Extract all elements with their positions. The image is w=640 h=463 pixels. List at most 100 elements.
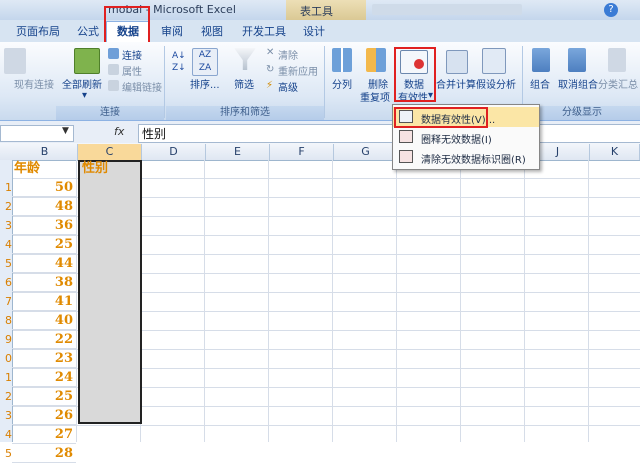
sort-dialog-icon: AZ ZA [192, 48, 218, 76]
context-tab-label: 表工具 [300, 5, 333, 18]
tab-design[interactable]: 设计 [298, 23, 330, 41]
group-separator [164, 46, 165, 118]
row-header[interactable]: 0 [0, 349, 12, 368]
column-header-b[interactable]: B [12, 144, 78, 160]
name-box-dropdown-icon[interactable]: ▼ [62, 126, 69, 136]
row-header[interactable]: 8 [0, 311, 12, 330]
cell-b-age[interactable]: 44 [12, 254, 76, 273]
column-header-c[interactable]: C [78, 144, 142, 160]
edit-links-button[interactable]: 编辑链接 [122, 79, 162, 94]
outline-group-label: 分级显示 [524, 106, 640, 120]
selected-column-c[interactable] [78, 160, 142, 424]
formula-content: 性别 [142, 127, 167, 141]
menu-item-circle-invalid[interactable]: 圈释无效数据(I) [393, 127, 539, 147]
column-header-f[interactable]: F [270, 144, 334, 160]
filter-button[interactable]: 筛选 [234, 76, 254, 91]
row-header[interactable]: 4 [0, 235, 12, 254]
column-header-k[interactable]: K [590, 144, 640, 160]
clear-circles-icon [399, 150, 413, 163]
row-header[interactable]: 2 [0, 387, 12, 406]
reapply-button[interactable]: 重新应用 [278, 63, 318, 78]
cell-b-age[interactable]: 22 [12, 330, 76, 349]
tab-view[interactable]: 视图 [196, 23, 228, 41]
cell-b-age[interactable]: 25 [12, 387, 76, 406]
row-header[interactable]: 9 [0, 330, 12, 349]
row-header[interactable]: 3 [0, 216, 12, 235]
advanced-filter-icon: ⚡ [266, 80, 274, 91]
cell-b-age[interactable]: 26 [12, 406, 76, 425]
formula-input[interactable] [138, 124, 640, 143]
group-button[interactable]: 组合 [530, 76, 550, 91]
cell-b-header[interactable]: 年龄 [14, 160, 40, 178]
cell-b-age[interactable]: 27 [12, 425, 76, 444]
cell-b-age[interactable]: 36 [12, 216, 76, 235]
circle-invalid-icon [399, 130, 413, 143]
row-header[interactable]: 3 [0, 406, 12, 425]
refresh-all-button[interactable]: 全部刷新 [62, 76, 102, 91]
cell-b-age[interactable]: 40 [12, 311, 76, 330]
sort-button[interactable]: 排序... [190, 76, 220, 91]
text-to-columns-icon [332, 48, 352, 72]
row-header[interactable]: 5 [0, 444, 12, 463]
cell-b-age[interactable]: 48 [12, 197, 76, 216]
cell-b-age[interactable]: 23 [12, 349, 76, 368]
refresh-dropdown-icon[interactable]: ▾ [82, 90, 87, 101]
existing-connections-icon [4, 48, 26, 74]
text-to-columns-button[interactable]: 分列 [332, 76, 352, 91]
tab-page-layout[interactable]: 页面布局 [10, 23, 66, 41]
row-header[interactable]: 2 [0, 197, 12, 216]
tab-review[interactable]: 审阅 [156, 23, 188, 41]
insert-function-button[interactable]: fx [114, 125, 134, 140]
cell-b-age[interactable]: 38 [12, 273, 76, 292]
edit-links-icon [108, 80, 119, 91]
remove-duplicates-icon [366, 48, 386, 72]
sort-az-icon[interactable]: A↓ Z↓ [172, 50, 186, 74]
subtotal-icon [608, 48, 626, 72]
menu-item-clear-circles[interactable]: 清除无效数据标识圈(R) [393, 147, 539, 167]
menu-item-circle-invalid-label: 圈释无效数据(I) [421, 135, 492, 146]
properties-icon [108, 64, 119, 75]
blurred-title-region [372, 4, 522, 15]
help-icon[interactable]: ? [604, 3, 618, 17]
tab-formulas[interactable]: 公式 [72, 23, 104, 41]
column-header-d[interactable]: D [142, 144, 206, 160]
cell-b-age[interactable]: 28 [12, 444, 76, 463]
row-header[interactable]: 6 [0, 273, 12, 292]
row-header[interactable]: 1 [0, 368, 12, 387]
subtotal-button[interactable]: 分类汇总 [598, 76, 638, 91]
consolidate-button[interactable]: 合并计算 [436, 76, 476, 91]
row-header[interactable]: 1 [0, 178, 12, 197]
clear-button[interactable]: 清除 [278, 47, 298, 62]
remove-duplicates-label-2[interactable]: 重复项 [360, 89, 390, 104]
connections-icon [108, 48, 119, 59]
advanced-button[interactable]: 高级 [278, 79, 298, 94]
properties-button[interactable]: 属性 [122, 63, 142, 78]
menu-item-annotation-box [394, 107, 488, 128]
row-header[interactable]: 5 [0, 254, 12, 273]
connections-button[interactable]: 连接 [122, 47, 142, 62]
column-header-e[interactable]: E [206, 144, 270, 160]
what-if-analysis-button[interactable]: 假设分析 [476, 76, 516, 91]
refresh-all-icon [74, 48, 100, 74]
cell-c-header[interactable]: 性别 [82, 160, 108, 178]
connections-group-label: 连接 [56, 106, 164, 120]
tab-data-annotation-box [104, 6, 150, 44]
column-header-g[interactable]: G [334, 144, 398, 160]
cell-b-age[interactable]: 24 [12, 368, 76, 387]
data-validation-annotation-box [394, 47, 436, 102]
tab-developer[interactable]: 开发工具 [236, 23, 292, 41]
clear-filter-icon: ✕ [266, 47, 275, 58]
ungroup-button[interactable]: 取消组合 [558, 76, 598, 91]
cell-b-age[interactable]: 50 [12, 178, 76, 197]
cell-b-age[interactable]: 41 [12, 292, 76, 311]
group-icon [532, 48, 550, 72]
existing-connections-button[interactable]: 现有连接 [14, 76, 54, 91]
row-header[interactable]: 4 [0, 425, 12, 444]
menu-item-clear-circles-label: 清除无效数据标识圈(R) [421, 155, 526, 166]
sort-filter-group-label: 排序和筛选 [166, 106, 324, 120]
consolidate-icon [446, 50, 468, 74]
cell-b-age[interactable]: 25 [12, 235, 76, 254]
group-separator [324, 46, 325, 118]
row-header[interactable]: 7 [0, 292, 12, 311]
ungroup-icon [568, 48, 586, 72]
